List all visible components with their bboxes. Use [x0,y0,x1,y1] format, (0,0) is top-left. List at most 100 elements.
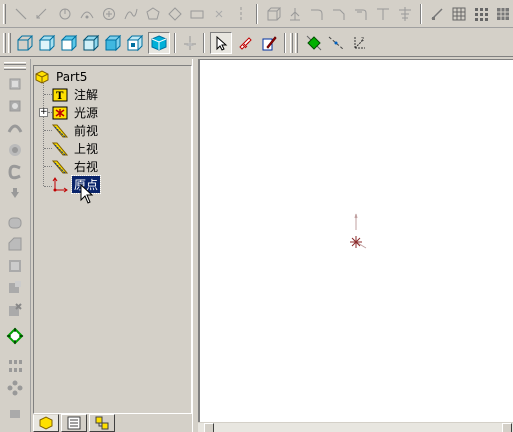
tree-connector [44,166,52,167]
features-toolbar [0,59,31,432]
linear-pattern-button[interactable] [4,355,26,377]
loft-button[interactable] [4,139,26,161]
rectangle-icon [190,10,204,19]
smart-dimension-button[interactable] [234,32,256,54]
feature-manager-tree: Part5 T 注解 + 光源 前视 上视 右视 原点 [33,65,192,414]
select-button[interactable] [210,32,232,54]
lights-icon [52,105,68,121]
extrude-cut-button[interactable] [4,161,26,183]
tree-item-top-plane[interactable]: 上视 [51,140,100,157]
shaded-cube-icon [104,34,122,52]
tree-item-annotations[interactable]: T 注解 [52,86,100,103]
plane-icon [51,123,69,139]
tree-item-label: 上视 [74,142,99,156]
toolbar-grip[interactable] [4,62,26,65]
perspective-cube-icon [126,34,144,52]
construction-geometry-button[interactable] [325,32,347,54]
property-manager-tab[interactable] [61,414,87,432]
chamfer-tool-button[interactable] [328,3,350,25]
trim-tool-button[interactable] [54,3,76,25]
sketch-button[interactable] [258,32,280,54]
circular-pattern-button[interactable] [4,377,26,399]
expand-lights-button[interactable]: + [39,108,48,117]
rib-button[interactable] [4,325,26,347]
toolbar-grip[interactable] [4,67,26,70]
arc-tool-button[interactable] [76,3,98,25]
hidden-removed-view-button[interactable] [58,32,80,54]
horizontal-scrollbar[interactable] [198,422,513,432]
configuration-manager-tab[interactable] [89,414,115,432]
draft-button[interactable] [4,277,26,299]
circular-pattern-icon [7,380,23,396]
plane-icon [51,159,69,175]
display-relations-button[interactable] [303,32,325,54]
shell-button[interactable] [4,255,26,277]
coordinate-system-button[interactable]: z [348,32,370,54]
toolbar-separator [420,4,422,24]
scroll-right-button[interactable] [502,423,512,432]
circle-tool-button[interactable] [98,3,120,25]
centerline-tool-button[interactable] [230,3,252,25]
shaded-edges-view-button[interactable] [80,32,102,54]
mouse-cursor [80,183,94,207]
tree-root-part[interactable]: Part5 [34,68,89,85]
wireframe-cube-icon [17,35,34,51]
point-x-tool-button[interactable] [208,3,230,25]
offset-icon [355,9,367,20]
rib-icon [6,327,24,345]
sweep-button[interactable] [4,117,26,139]
green-diamond-icon [306,35,322,51]
toolbar-grip[interactable] [8,33,11,53]
rectangle-tool-button[interactable] [186,3,208,25]
sketch-toolbar [0,0,513,28]
wireframe-view-button[interactable] [14,32,36,54]
grid-options-button[interactable] [470,3,492,25]
polygon-tool-button[interactable] [142,3,164,25]
toolbar-grip[interactable] [3,4,6,24]
plane-icon [51,141,69,157]
line-tool-button[interactable] [10,3,32,25]
tree-item-right-plane[interactable]: 右视 [51,158,100,175]
shaded-solid-view-button[interactable] [148,32,170,54]
shaded-view-button[interactable] [102,32,124,54]
scroll-left-button[interactable] [204,423,214,432]
extrude-boss-button[interactable] [4,73,26,95]
sketch-check-button[interactable] [426,3,448,25]
mirror-tool-button[interactable] [284,3,306,25]
hidden-lines-view-button[interactable] [36,32,58,54]
section-view-button[interactable] [179,32,201,54]
grid-button[interactable] [448,3,470,25]
feature-manager-tab[interactable] [33,414,59,432]
offset-tool-button[interactable] [350,3,372,25]
toolbar-grip[interactable] [290,33,293,53]
fillet-feature-button[interactable] [4,211,26,233]
graphics-viewport[interactable] [198,59,513,432]
extend-tool-button[interactable] [372,3,394,25]
spline-tool-button[interactable] [120,3,142,25]
manager-tabs [33,414,192,432]
revolve-cut-button[interactable] [4,183,26,205]
fillet-tool-button[interactable] [306,3,328,25]
convert-tool-button[interactable] [394,3,416,25]
revolve-boss-icon [9,100,21,112]
part-icon [34,69,50,85]
sketch-3d-button[interactable] [262,3,284,25]
extrude-cut-icon [8,164,21,180]
svg-text:T: T [56,91,64,102]
tree-item-front-plane[interactable]: 前视 [51,122,100,139]
toolbar-grip[interactable] [295,33,298,53]
revolve-boss-button[interactable] [4,95,26,117]
mirror-feature-button[interactable] [4,401,26,423]
tree-item-lights[interactable]: 光源 [52,104,100,121]
hole-wizard-button[interactable] [4,299,26,321]
grid-fill-button[interactable] [492,3,513,25]
toolbar-grip[interactable] [3,33,6,53]
chamfer-feature-button[interactable] [4,233,26,255]
shaded-edges-cube-icon [82,34,100,52]
grid-icon [452,7,466,21]
point-tool-button[interactable] [164,3,186,25]
perspective-view-button[interactable] [124,32,146,54]
linear-pattern-icon [9,360,22,372]
circle-icon [103,8,115,20]
dimension-tool-button[interactable] [31,3,53,25]
